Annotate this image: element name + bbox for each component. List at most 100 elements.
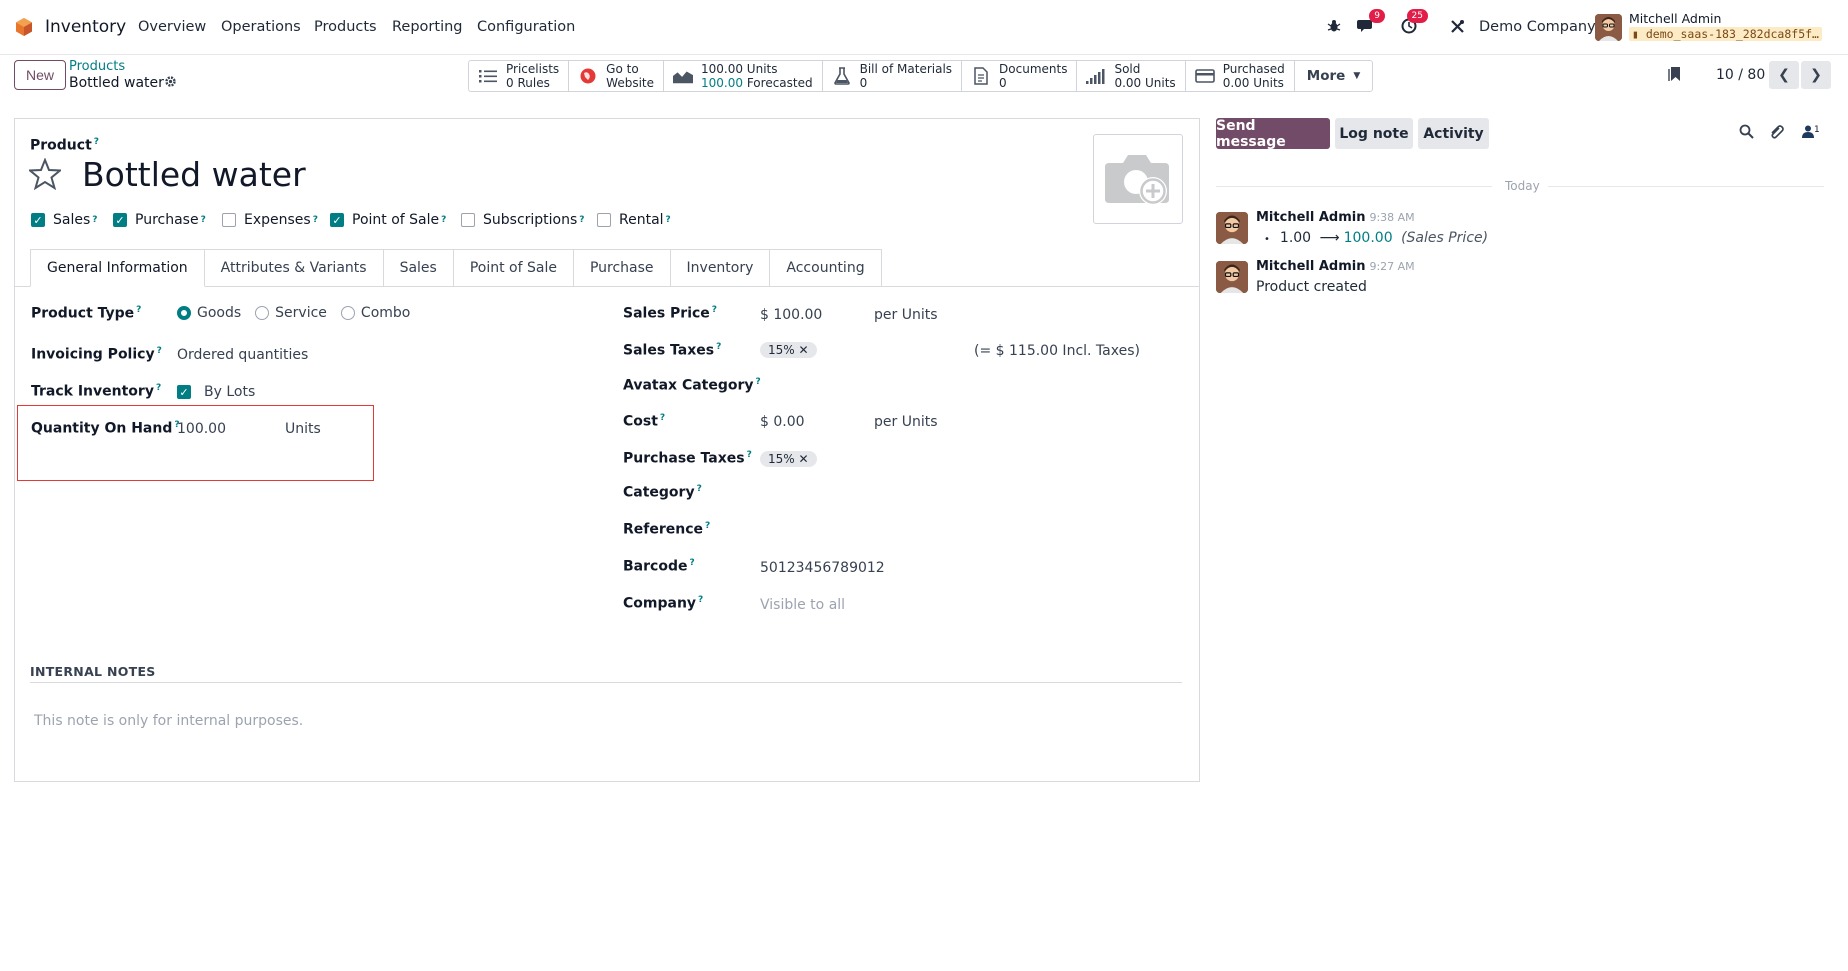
menu-configuration[interactable]: Configuration bbox=[477, 19, 575, 35]
purchase-taxes-label: Purchase Taxes? bbox=[623, 450, 752, 467]
new-button[interactable]: New bbox=[14, 60, 66, 90]
smart-button-purchased[interactable]: Purchased 0.00 Units bbox=[1186, 61, 1295, 91]
tracked-field: (Sales Price) bbox=[1401, 230, 1489, 246]
checkbox-expenses[interactable]: Expenses? bbox=[222, 212, 318, 228]
user-name[interactable]: Mitchell Admin bbox=[1629, 11, 1721, 26]
cost-input[interactable]: $ 0.00 bbox=[760, 414, 805, 430]
cost-uom: per Units bbox=[874, 414, 938, 430]
search-icon[interactable] bbox=[1739, 124, 1754, 143]
message-avatar[interactable] bbox=[1216, 212, 1248, 244]
radio-service[interactable]: Service bbox=[255, 305, 327, 321]
tab-point-of-sale[interactable]: Point of Sale bbox=[453, 249, 574, 287]
menu-reporting[interactable]: Reporting bbox=[392, 19, 463, 35]
menu-overview[interactable]: Overview bbox=[138, 19, 206, 35]
pager-next-button[interactable]: ❯ bbox=[1801, 61, 1831, 89]
send-message-button[interactable]: Send message bbox=[1216, 118, 1330, 150]
document-icon bbox=[971, 67, 991, 85]
internal-notes-title: INTERNAL NOTES bbox=[30, 664, 156, 679]
favorite-star-icon[interactable] bbox=[27, 157, 63, 196]
checkbox-rental[interactable]: Rental? bbox=[597, 212, 671, 228]
odoo-app-logo-icon[interactable] bbox=[14, 17, 34, 37]
tab-attributes-variants[interactable]: Attributes & Variants bbox=[204, 249, 384, 287]
invoicing-policy-label: Invoicing Policy? bbox=[31, 346, 162, 363]
tab-inventory[interactable]: Inventory bbox=[670, 249, 771, 287]
chevron-right-icon: ❯ bbox=[1810, 67, 1822, 83]
paperclip-icon[interactable] bbox=[1769, 124, 1784, 144]
smart-button-website[interactable]: Go to Website bbox=[569, 61, 664, 91]
message-author[interactable]: Mitchell Admin 9:27 AM bbox=[1256, 259, 1415, 274]
product-image-upload[interactable] bbox=[1093, 134, 1183, 224]
invoicing-policy-select[interactable]: Ordered quantities bbox=[177, 347, 308, 363]
flask-icon bbox=[832, 67, 852, 85]
quantity-on-hand-value[interactable]: 100.00 bbox=[177, 421, 226, 437]
activities-clock-icon[interactable]: 25 bbox=[1398, 9, 1428, 37]
followers-button[interactable]: 1 bbox=[1802, 124, 1820, 142]
checkbox-subscriptions[interactable]: Subscriptions? bbox=[461, 212, 585, 228]
menu-operations[interactable]: Operations bbox=[221, 19, 301, 35]
tab-accounting[interactable]: Accounting bbox=[770, 249, 882, 287]
sales-tax-tag[interactable]: 15% ✕ bbox=[760, 342, 817, 358]
checkmark-icon: ✓ bbox=[177, 385, 191, 399]
smart-button-pricelists[interactable]: Pricelists 0 Rules bbox=[469, 61, 570, 91]
purchased-value: 0.00 Units bbox=[1222, 76, 1284, 90]
activities-badge: 25 bbox=[1406, 9, 1428, 23]
company-input[interactable]: Visible to all bbox=[760, 597, 845, 613]
log-note-button[interactable]: Log note bbox=[1335, 118, 1413, 149]
tab-general-information[interactable]: General Information bbox=[30, 249, 205, 287]
purchase-tax-tag[interactable]: 15% ✕ bbox=[760, 451, 817, 467]
smart-button-on-hand[interactable]: 100.00 Units 100.00 Forecasted bbox=[664, 61, 823, 91]
checkbox-purchase[interactable]: ✓ Purchase? bbox=[113, 212, 206, 228]
smart-button-documents[interactable]: Documents 0 bbox=[962, 61, 1078, 91]
barcode-label: Barcode? bbox=[623, 558, 695, 575]
user-icon bbox=[1802, 124, 1814, 142]
pricelists-label: Pricelists bbox=[506, 62, 560, 76]
sales-price-input[interactable]: $ 100.00 bbox=[760, 307, 822, 323]
category-label: Category? bbox=[623, 484, 702, 501]
message-avatar[interactable] bbox=[1216, 261, 1248, 293]
followers-count: 1 bbox=[1814, 125, 1820, 135]
user-avatar[interactable] bbox=[1595, 14, 1622, 41]
product-name-input[interactable]: Bottled water bbox=[82, 155, 306, 194]
internal-notes-divider bbox=[30, 682, 1182, 683]
more-label: More bbox=[1306, 68, 1346, 84]
messages-badge: 9 bbox=[1369, 9, 1385, 23]
help-icon: ? bbox=[93, 137, 99, 147]
old-value: 1.00 bbox=[1279, 230, 1312, 246]
internal-notes-input[interactable]: This note is only for internal purposes. bbox=[34, 713, 303, 729]
tools-icon[interactable] bbox=[1446, 15, 1468, 37]
pager-value[interactable]: 10 / 80 bbox=[1716, 67, 1765, 83]
smart-button-sold[interactable]: Sold 0.00 Units bbox=[1077, 61, 1186, 91]
radio-combo[interactable]: Combo bbox=[340, 305, 410, 321]
messages-icon[interactable]: 9 bbox=[1355, 9, 1385, 37]
checkbox-point-of-sale[interactable]: ✓ Point of Sale? bbox=[330, 212, 446, 228]
more-dropdown-button[interactable]: More ▼ bbox=[1295, 61, 1372, 91]
tag-remove-icon[interactable]: ✕ bbox=[799, 452, 809, 466]
tab-sales[interactable]: Sales bbox=[383, 249, 454, 287]
checkbox-sales[interactable]: ✓ Sales? bbox=[31, 212, 98, 228]
list-icon bbox=[478, 67, 498, 85]
menu-products[interactable]: Products bbox=[314, 19, 377, 35]
bom-value: 0 bbox=[859, 76, 868, 90]
tab-purchase[interactable]: Purchase bbox=[573, 249, 671, 287]
track-inventory-checkbox[interactable]: ✓ By Lots bbox=[177, 384, 255, 400]
smart-button-bom[interactable]: Bill of Materials 0 bbox=[823, 61, 963, 91]
barcode-input[interactable]: 50123456789012 bbox=[760, 560, 885, 576]
pager-previous-button[interactable]: ❮ bbox=[1769, 61, 1799, 89]
gear-icon[interactable] bbox=[164, 75, 177, 92]
message-time: 9:27 AM bbox=[1369, 260, 1415, 273]
tracking-value-change: • 1.00 ⟶ 100.00 (Sales Price) bbox=[1264, 230, 1489, 246]
debug-bug-icon[interactable] bbox=[1323, 15, 1345, 37]
activity-button[interactable]: Activity bbox=[1418, 118, 1489, 149]
arrow-right-icon: ⟶ bbox=[1319, 230, 1340, 246]
message-author[interactable]: Mitchell Admin 9:38 AM bbox=[1256, 210, 1415, 225]
bookmark-icon[interactable] bbox=[1668, 66, 1681, 86]
camera-plus-icon bbox=[1105, 155, 1169, 205]
breadcrumb-products[interactable]: Products bbox=[69, 59, 125, 74]
bom-label: Bill of Materials bbox=[859, 62, 953, 76]
company-switcher[interactable]: Demo Company bbox=[1479, 19, 1596, 35]
website-value: Website bbox=[606, 76, 654, 90]
radio-goods[interactable]: Goods bbox=[177, 305, 241, 321]
tag-remove-icon[interactable]: ✕ bbox=[799, 343, 809, 357]
app-name[interactable]: Inventory bbox=[45, 17, 126, 37]
website-label: Go to bbox=[606, 62, 639, 76]
